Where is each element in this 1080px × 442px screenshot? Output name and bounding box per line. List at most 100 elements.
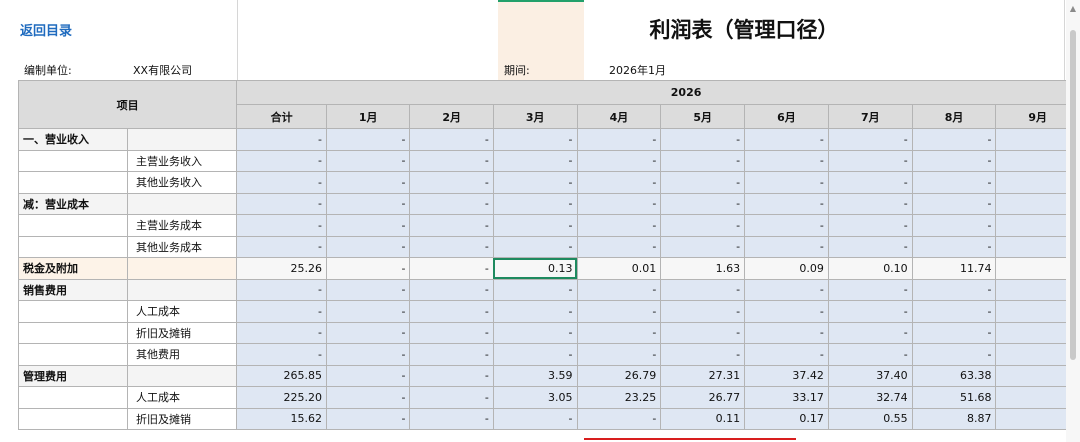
value-cell[interactable]: - xyxy=(492,128,578,151)
value-cell[interactable]: - xyxy=(409,214,494,237)
value-cell[interactable]: - xyxy=(576,171,662,194)
value-cell[interactable]: - xyxy=(827,300,913,323)
value-cell[interactable]: - xyxy=(576,192,662,215)
row-label-cell[interactable] xyxy=(127,364,238,387)
value-cell[interactable]: - xyxy=(326,171,411,194)
value-cell[interactable]: - xyxy=(827,235,913,258)
value-cell[interactable]: - xyxy=(236,278,328,301)
value-cell[interactable]: - xyxy=(827,214,913,237)
value-cell[interactable]: - xyxy=(660,128,746,151)
row-sub-label[interactable]: 其他费用 xyxy=(127,343,238,366)
row-label[interactable]: 管理费用 xyxy=(17,364,129,387)
value-cell[interactable]: - xyxy=(326,214,411,237)
value-cell[interactable]: 27.31 xyxy=(660,364,746,387)
value-cell[interactable]: - xyxy=(576,214,662,237)
row-sub-label[interactable]: 折旧及摊销 xyxy=(127,407,238,430)
value-cell[interactable]: 63.38 xyxy=(911,364,997,387)
value-cell[interactable]: - xyxy=(827,321,913,344)
value-cell[interactable]: 23.25 xyxy=(576,386,662,409)
value-cell[interactable]: 26.79 xyxy=(576,364,662,387)
value-cell[interactable]: 33.17 xyxy=(744,386,829,409)
value-cell[interactable]: 37.42 xyxy=(744,364,829,387)
row-label-cell[interactable] xyxy=(17,149,129,172)
value-cell[interactable]: - xyxy=(236,149,328,172)
value-cell[interactable]: - xyxy=(492,278,578,301)
value-cell[interactable]: - xyxy=(492,300,578,323)
value-cell[interactable]: 51.68 xyxy=(911,386,997,409)
value-cell[interactable]: - xyxy=(744,149,829,172)
value-cell[interactable]: - xyxy=(576,300,662,323)
value-cell[interactable]: - xyxy=(409,192,494,215)
row-label-cell[interactable] xyxy=(17,407,129,430)
row-label-cell[interactable] xyxy=(17,214,129,237)
row-sub-label[interactable]: 主营业务收入 xyxy=(127,149,238,172)
value-cell[interactable]: - xyxy=(911,171,997,194)
value-cell[interactable]: - xyxy=(409,386,494,409)
value-cell[interactable]: 0.13 xyxy=(492,257,578,280)
value-cell[interactable]: - xyxy=(744,214,829,237)
value-cell[interactable]: - xyxy=(660,214,746,237)
value-cell[interactable]: - xyxy=(744,300,829,323)
column-header[interactable]: 4月 xyxy=(576,104,662,129)
value-cell[interactable]: 0.10 xyxy=(827,257,913,280)
row-sub-label[interactable]: 折旧及摊销 xyxy=(127,321,238,344)
row-label-cell[interactable] xyxy=(17,171,129,194)
value-cell[interactable]: - xyxy=(911,321,997,344)
value-cell[interactable]: - xyxy=(492,235,578,258)
value-cell[interactable]: - xyxy=(911,343,997,366)
value-cell[interactable]: - xyxy=(911,149,997,172)
row-label-cell[interactable] xyxy=(127,257,238,280)
value-cell[interactable]: - xyxy=(236,300,328,323)
row-sub-label[interactable]: 人工成本 xyxy=(127,386,238,409)
value-cell[interactable]: - xyxy=(911,278,997,301)
scroll-up-arrow-icon[interactable]: ▲ xyxy=(1068,4,1078,14)
value-cell[interactable]: - xyxy=(409,171,494,194)
value-cell[interactable]: - xyxy=(409,149,494,172)
row-label-cell[interactable] xyxy=(127,128,238,151)
row-label[interactable]: 一、营业收入 xyxy=(17,128,129,151)
value-cell[interactable]: - xyxy=(576,407,662,430)
value-cell[interactable]: - xyxy=(409,343,494,366)
value-cell[interactable]: - xyxy=(660,321,746,344)
value-cell[interactable]: 25.26 xyxy=(236,257,328,280)
value-cell[interactable]: - xyxy=(409,128,494,151)
value-cell[interactable]: - xyxy=(236,321,328,344)
value-cell[interactable]: - xyxy=(827,343,913,366)
row-sub-label[interactable]: 其他业务收入 xyxy=(127,171,238,194)
value-cell[interactable]: - xyxy=(660,235,746,258)
row-label[interactable]: 税金及附加 xyxy=(17,257,129,280)
value-cell[interactable]: - xyxy=(326,364,411,387)
column-header[interactable]: 7月 xyxy=(827,104,913,129)
value-cell[interactable]: 11.74 xyxy=(911,257,997,280)
value-cell[interactable]: 0.17 xyxy=(744,407,829,430)
value-cell[interactable]: - xyxy=(236,214,328,237)
column-header[interactable]: 8月 xyxy=(911,104,997,129)
column-header[interactable]: 合计 xyxy=(236,104,328,129)
value-cell[interactable]: - xyxy=(326,257,411,280)
row-label-cell[interactable] xyxy=(17,343,129,366)
value-cell[interactable]: 32.74 xyxy=(827,386,913,409)
value-cell[interactable]: - xyxy=(660,278,746,301)
value-cell[interactable]: - xyxy=(576,235,662,258)
value-cell[interactable]: - xyxy=(911,235,997,258)
value-cell[interactable]: - xyxy=(911,214,997,237)
value-cell[interactable]: 0.09 xyxy=(744,257,829,280)
value-cell[interactable]: - xyxy=(827,192,913,215)
value-cell[interactable]: 225.20 xyxy=(236,386,328,409)
value-cell[interactable]: 265.85 xyxy=(236,364,328,387)
value-cell[interactable]: - xyxy=(827,149,913,172)
item-header[interactable]: 项目 xyxy=(17,80,238,129)
value-cell[interactable]: - xyxy=(492,343,578,366)
value-cell[interactable]: - xyxy=(827,128,913,151)
value-cell[interactable]: - xyxy=(660,300,746,323)
value-cell[interactable]: - xyxy=(744,278,829,301)
value-cell[interactable]: - xyxy=(236,192,328,215)
value-cell[interactable]: - xyxy=(576,278,662,301)
value-cell[interactable]: - xyxy=(409,364,494,387)
value-cell[interactable]: - xyxy=(326,386,411,409)
value-cell[interactable]: - xyxy=(911,192,997,215)
value-cell[interactable]: - xyxy=(326,321,411,344)
value-cell[interactable]: 15.62 xyxy=(236,407,328,430)
row-sub-label[interactable]: 主营业务成本 xyxy=(127,214,238,237)
value-cell[interactable]: - xyxy=(827,278,913,301)
